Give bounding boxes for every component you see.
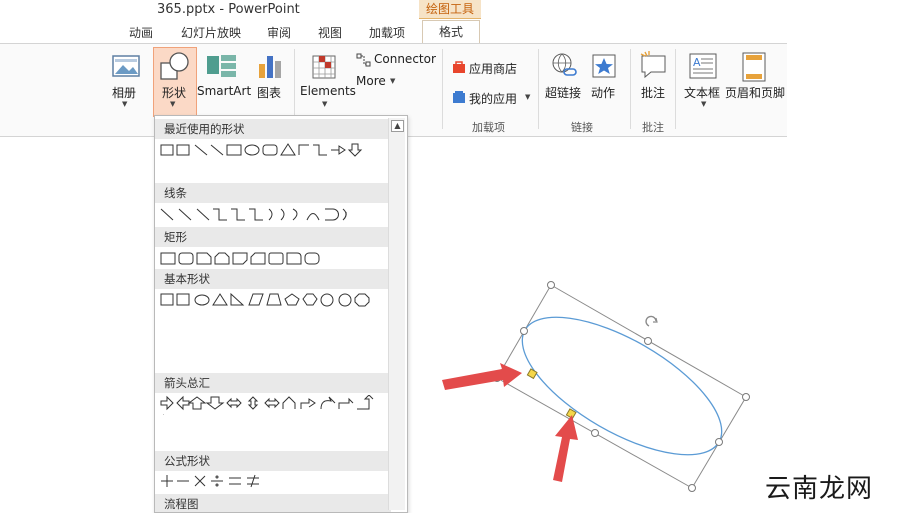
my-apps-icon[interactable] (452, 89, 466, 108)
window-title: 365.pptx - PowerPoint (157, 2, 300, 17)
addins-group-label: 加载项 (472, 121, 505, 134)
resize-handle[interactable] (547, 281, 555, 289)
chart-label: 图表 (257, 86, 282, 100)
scroll-up-button[interactable]: ▲ (391, 120, 404, 132)
tab-animations[interactable]: 动画 (129, 24, 153, 41)
equation-shapes-row[interactable] (159, 473, 395, 493)
watermark: 云南龙网 (765, 474, 874, 504)
elements-icon[interactable] (309, 50, 339, 86)
separator (675, 49, 676, 129)
selection-box (496, 284, 747, 489)
app-store-label[interactable]: 应用商店 (469, 60, 517, 77)
comments-group-label: 批注 (642, 121, 664, 134)
shapes-gallery: 最近使用的形状 线条 矩形 基本形状 箭头总汇 公式形状 流程图 (154, 115, 408, 513)
adjust-handle[interactable] (526, 368, 538, 380)
links-group-label: 链接 (571, 121, 593, 134)
my-apps-label[interactable]: 我的应用 (469, 90, 517, 107)
category-block-arrows: 箭头总汇 (155, 373, 391, 393)
gallery-scrollbar[interactable] (388, 118, 405, 510)
separator (630, 49, 631, 129)
connector-label[interactable]: Connector (374, 52, 436, 66)
store-icon[interactable] (452, 59, 466, 78)
lines-row[interactable] (159, 205, 395, 225)
textbox-dropdown-icon[interactable]: ▼ (701, 100, 706, 108)
category-basic-shapes: 基本形状 (155, 269, 391, 289)
more-dropdown-icon[interactable]: ▼ (390, 77, 395, 85)
tab-format[interactable]: 格式 (422, 20, 480, 44)
elements-label: Elements (300, 84, 356, 98)
tab-slideshow[interactable]: 幻灯片放映 (181, 24, 241, 41)
album-icon[interactable] (112, 54, 140, 84)
red-arrow-icon (553, 415, 578, 482)
album-label: 相册 (112, 86, 137, 100)
shapes-dropdown-icon: ▼ (170, 100, 176, 108)
action-label: 动作 (591, 86, 616, 100)
resize-handle[interactable] (742, 393, 750, 401)
drawing-tools-context-label: 绘图工具 (419, 0, 481, 19)
header-footer-icon[interactable] (742, 52, 766, 86)
resize-handle[interactable] (591, 429, 599, 437)
connector-icon[interactable] (356, 52, 372, 71)
category-rectangles: 矩形 (155, 227, 391, 247)
separator (442, 49, 443, 129)
comment-icon[interactable] (639, 50, 669, 84)
comment-label: 批注 (641, 86, 666, 100)
textbox-label: 文本框 (684, 86, 721, 100)
header-footer-label: 页眉和页脚 (725, 86, 786, 100)
shapes-icon (159, 51, 191, 85)
resize-handle[interactable] (520, 327, 528, 335)
basic-shapes-grid[interactable] (159, 291, 395, 311)
separator (538, 49, 539, 129)
rectangles-row[interactable] (159, 249, 395, 269)
red-arrow-icon (442, 363, 522, 390)
smartart-icon[interactable] (206, 52, 238, 84)
resize-handle[interactable] (715, 438, 723, 446)
resize-handle[interactable] (688, 484, 696, 492)
category-flowchart: 流程图 (155, 494, 391, 512)
svg-text:A: A (693, 56, 701, 69)
my-apps-dropdown-icon[interactable]: ▼ (525, 93, 530, 101)
chart-icon[interactable] (257, 52, 283, 84)
category-equation-shapes: 公式形状 (155, 451, 391, 471)
elements-dropdown-icon[interactable]: ▼ (322, 100, 327, 108)
category-lines: 线条 (155, 183, 391, 203)
resize-handle[interactable] (644, 337, 652, 345)
tab-review[interactable]: 审阅 (267, 24, 291, 41)
slide-canvas (442, 281, 750, 492)
annotation-arrows (442, 363, 578, 482)
hyperlink-label: 超链接 (545, 86, 582, 100)
smartart-label: SmartArt (197, 84, 252, 98)
selected-arc-shape[interactable] (502, 290, 742, 482)
recent-shapes-row[interactable] (159, 141, 395, 161)
tab-view[interactable]: 视图 (318, 24, 342, 41)
hyperlink-icon[interactable] (550, 52, 580, 84)
resize-handles[interactable] (493, 281, 750, 492)
tab-addins[interactable]: 加载项 (369, 24, 405, 41)
rotate-handle-icon[interactable] (645, 315, 658, 327)
block-arrows-grid[interactable] (159, 395, 395, 415)
more-label[interactable]: More (356, 74, 386, 88)
textbox-icon[interactable]: A (689, 52, 717, 84)
album-dropdown-icon[interactable]: ▼ (122, 100, 127, 108)
shapes-label: 形状 (162, 86, 187, 100)
category-recent: 最近使用的形状 (155, 119, 391, 139)
action-icon[interactable] (592, 52, 618, 84)
